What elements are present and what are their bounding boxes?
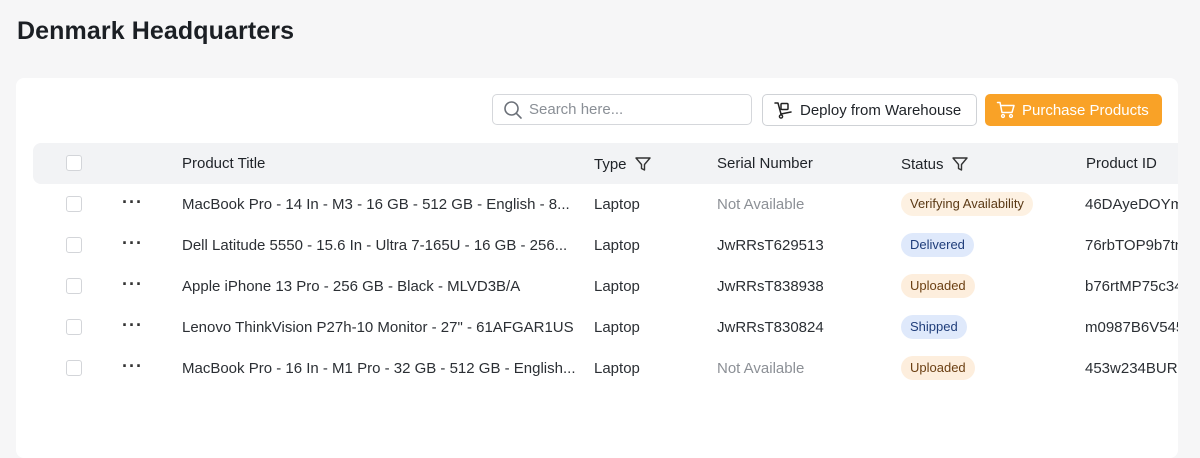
filter-icon[interactable] xyxy=(951,155,969,173)
page-title: Denmark Headquarters xyxy=(17,17,295,45)
more-horizontal-icon[interactable]: ··· xyxy=(122,315,143,336)
dolly-box-icon xyxy=(774,102,792,119)
cell-product-title[interactable]: MacBook Pro - 16 In - M1 Pro - 32 GB - 5… xyxy=(182,360,576,377)
cell-product-title[interactable]: Lenovo ThinkVision P27h-10 Monitor - 27"… xyxy=(182,319,574,336)
table-row[interactable]: ··· MacBook Pro - 14 In - M3 - 16 GB - 5… xyxy=(33,184,1178,225)
cell-product-id: 46DAyeDOYm xyxy=(1085,196,1178,213)
header-serial-number[interactable]: Serial Number xyxy=(717,155,813,172)
cell-serial-number: JwRRsT838938 xyxy=(717,278,824,295)
select-all-checkbox[interactable] xyxy=(66,155,82,171)
status-badge: Delivered xyxy=(901,233,974,257)
header-product-id[interactable]: Product ID xyxy=(1086,155,1157,172)
cell-product-title[interactable]: Dell Latitude 5550 - 15.6 In - Ultra 7-1… xyxy=(182,237,567,254)
cell-type: Laptop xyxy=(594,319,640,336)
cell-serial-number: Not Available xyxy=(717,360,805,377)
table-row[interactable]: ··· MacBook Pro - 16 In - M1 Pro - 32 GB… xyxy=(33,348,1178,389)
table-row[interactable]: ··· Apple iPhone 13 Pro - 256 GB - Black… xyxy=(33,266,1178,307)
header-type[interactable]: Type xyxy=(594,155,652,173)
header-status[interactable]: Status xyxy=(901,155,969,173)
cell-product-title[interactable]: Apple iPhone 13 Pro - 256 GB - Black - M… xyxy=(182,278,520,295)
cell-product-title[interactable]: MacBook Pro - 14 In - M3 - 16 GB - 512 G… xyxy=(182,196,570,213)
deploy-button-label: Deploy from Warehouse xyxy=(800,101,962,119)
table-row[interactable]: ··· Dell Latitude 5550 - 15.6 In - Ultra… xyxy=(33,225,1178,266)
status-badge: Verifying Availability xyxy=(901,192,1033,216)
filter-icon[interactable] xyxy=(634,155,652,173)
table-header: Product Title Type Serial Number Status … xyxy=(33,143,1178,184)
status-badge: Uploaded xyxy=(901,274,975,298)
more-horizontal-icon[interactable]: ··· xyxy=(122,356,143,377)
cell-serial-number: JwRRsT830824 xyxy=(717,319,824,336)
header-product-title[interactable]: Product Title xyxy=(182,155,265,172)
search-box[interactable] xyxy=(492,94,752,125)
status-badge: Uploaded xyxy=(901,356,975,380)
row-checkbox[interactable] xyxy=(66,360,82,376)
row-checkbox[interactable] xyxy=(66,319,82,335)
cell-type: Laptop xyxy=(594,237,640,254)
status-badge: Shipped xyxy=(901,315,967,339)
cell-product-id: 453w234BUR7 xyxy=(1085,360,1178,377)
purchase-button-label: Purchase Products xyxy=(1022,101,1149,119)
row-checkbox[interactable] xyxy=(66,278,82,294)
cell-serial-number: Not Available xyxy=(717,196,805,213)
table-row[interactable]: ··· Lenovo ThinkVision P27h-10 Monitor -… xyxy=(33,307,1178,348)
search-input[interactable] xyxy=(529,101,739,118)
purchase-products-button[interactable]: Purchase Products xyxy=(985,94,1162,126)
cell-product-id: b76rtMP75c34 xyxy=(1085,278,1178,295)
cell-type: Laptop xyxy=(594,196,640,213)
row-checkbox[interactable] xyxy=(66,196,82,212)
more-horizontal-icon[interactable]: ··· xyxy=(122,274,143,295)
more-horizontal-icon[interactable]: ··· xyxy=(122,192,143,213)
more-horizontal-icon[interactable]: ··· xyxy=(122,233,143,254)
cell-product-id: 76rbTOP9b7tn xyxy=(1085,237,1178,254)
cell-serial-number: JwRRsT629513 xyxy=(717,237,824,254)
cell-product-id: m0987B6V545 xyxy=(1085,319,1178,336)
products-card: Deploy from Warehouse Purchase Products … xyxy=(16,78,1178,458)
cell-type: Laptop xyxy=(594,278,640,295)
cart-icon xyxy=(996,101,1015,119)
row-checkbox[interactable] xyxy=(66,237,82,253)
cell-type: Laptop xyxy=(594,360,640,377)
search-icon xyxy=(504,100,522,119)
deploy-from-warehouse-button[interactable]: Deploy from Warehouse xyxy=(762,94,977,126)
